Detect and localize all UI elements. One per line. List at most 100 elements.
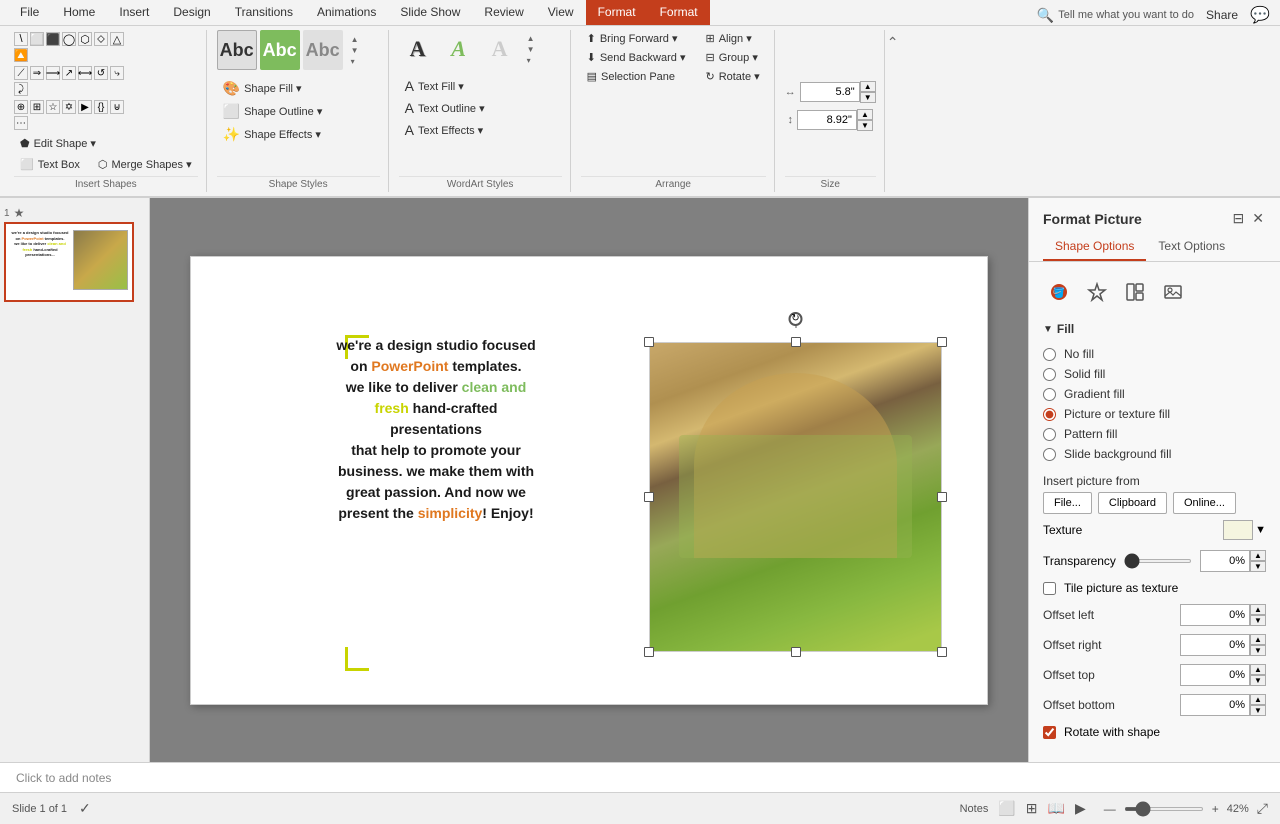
- tab-insert[interactable]: Insert: [107, 0, 161, 25]
- online-button[interactable]: Online...: [1173, 492, 1236, 514]
- offset-top-up[interactable]: ▲: [1250, 664, 1266, 675]
- notes-button[interactable]: Notes: [960, 803, 989, 815]
- rotate-checkbox[interactable]: [1043, 726, 1056, 739]
- layout-icon[interactable]: [1119, 276, 1151, 308]
- swatch-scroll[interactable]: ▲ ▼ ▾: [348, 34, 362, 67]
- gradient-fill-radio[interactable]: [1043, 388, 1056, 401]
- rotate-button[interactable]: ↻Rotate ▾: [699, 68, 765, 85]
- solid-fill-radio[interactable]: [1043, 368, 1056, 381]
- transparency-slider[interactable]: [1124, 559, 1192, 563]
- shape-fill-button[interactable]: 🎨Shape Fill ▾: [217, 78, 329, 99]
- shape-effects-panel-icon[interactable]: [1081, 276, 1113, 308]
- text-box-button[interactable]: ⬜Text Box: [14, 156, 86, 173]
- fill-effects-icon[interactable]: 🪣: [1043, 276, 1075, 308]
- shape-swatch-3[interactable]: Abc: [303, 30, 343, 70]
- picture-texture-radio[interactable]: [1043, 408, 1056, 421]
- slideshow-icon[interactable]: ▶: [1073, 798, 1088, 819]
- tab-transitions[interactable]: Transitions: [223, 0, 305, 25]
- width-up[interactable]: ▲: [860, 81, 876, 92]
- tab-format2[interactable]: Format: [648, 0, 710, 25]
- tab-view[interactable]: View: [536, 0, 586, 25]
- tab-format1[interactable]: Format: [586, 0, 648, 25]
- tab-slideshow[interactable]: Slide Show: [388, 0, 472, 25]
- selection-pane-button[interactable]: ▤Selection Pane: [581, 68, 692, 85]
- bring-forward-button[interactable]: ⬆Bring Forward ▾: [581, 30, 692, 47]
- text-effects-button[interactable]: AText Effects ▾: [399, 120, 491, 140]
- handle-ml[interactable]: [644, 492, 654, 502]
- clipboard-button[interactable]: Clipboard: [1098, 492, 1167, 514]
- edit-shape-button[interactable]: ⬟Edit Shape ▾: [14, 135, 102, 152]
- tab-home[interactable]: Home: [51, 0, 107, 25]
- offset-bottom-down[interactable]: ▼: [1250, 705, 1266, 716]
- text-fill-button[interactable]: AText Fill ▾: [399, 76, 491, 96]
- shape-effects-button[interactable]: ✨Shape Effects ▾: [217, 124, 329, 145]
- offset-top-down[interactable]: ▼: [1250, 675, 1266, 686]
- merge-shapes-button[interactable]: ⬡Merge Shapes ▾: [92, 156, 198, 173]
- picture-texture-fill-option[interactable]: Picture or texture fill: [1043, 404, 1266, 424]
- offset-right-input[interactable]: [1180, 634, 1250, 656]
- shape-swatch-2[interactable]: Abc: [260, 30, 300, 70]
- slide-thumbnail[interactable]: we're a design studio focused on PowerPo…: [4, 222, 134, 302]
- solid-fill-option[interactable]: Solid fill: [1043, 364, 1266, 384]
- height-down[interactable]: ▼: [857, 120, 873, 131]
- wordart-swatch-3[interactable]: A: [481, 30, 519, 68]
- file-button[interactable]: File...: [1043, 492, 1092, 514]
- no-fill-option[interactable]: No fill: [1043, 344, 1266, 364]
- handle-bl[interactable]: [644, 647, 654, 657]
- height-up[interactable]: ▲: [857, 109, 873, 120]
- slide-background-option[interactable]: Slide background fill: [1043, 444, 1266, 464]
- no-fill-radio[interactable]: [1043, 348, 1056, 361]
- normal-view-icon[interactable]: ⬜: [996, 798, 1017, 819]
- pattern-fill-radio[interactable]: [1043, 428, 1056, 441]
- offset-bottom-up[interactable]: ▲: [1250, 694, 1266, 705]
- picture-icon[interactable]: [1157, 276, 1189, 308]
- width-input[interactable]: [800, 82, 860, 102]
- width-down[interactable]: ▼: [860, 92, 876, 103]
- tab-review[interactable]: Review: [472, 0, 535, 25]
- reading-view-icon[interactable]: 📖: [1046, 798, 1067, 819]
- slide-sorter-icon[interactable]: ⊞: [1024, 798, 1040, 819]
- transparency-down[interactable]: ▼: [1250, 561, 1266, 572]
- tab-animations[interactable]: Animations: [305, 0, 388, 25]
- ribbon-collapse-button[interactable]: ⌃: [887, 34, 899, 51]
- fill-section-header[interactable]: ▼ Fill: [1043, 318, 1266, 340]
- transparency-up[interactable]: ▲: [1250, 550, 1266, 561]
- send-backward-button[interactable]: ⬇Send Backward ▾: [581, 49, 692, 66]
- handle-br[interactable]: [937, 647, 947, 657]
- close-panel-icon[interactable]: ✕: [1250, 208, 1266, 229]
- shape-swatch-1[interactable]: Abc: [217, 30, 257, 70]
- status-accessibility-icon[interactable]: ✓: [79, 800, 91, 817]
- height-input[interactable]: [797, 110, 857, 130]
- offset-left-up[interactable]: ▲: [1250, 604, 1266, 615]
- tile-checkbox[interactable]: [1043, 582, 1056, 595]
- tab-file[interactable]: File: [8, 0, 51, 25]
- collapse-panel-icon[interactable]: ⊟: [1231, 208, 1247, 229]
- wordart-scroll[interactable]: ▲ ▼ ▾: [524, 33, 538, 66]
- offset-right-up[interactable]: ▲: [1250, 634, 1266, 645]
- gradient-fill-option[interactable]: Gradient fill: [1043, 384, 1266, 404]
- slide-text-content[interactable]: we're a design studio focused on PowerPo…: [241, 335, 631, 524]
- image-frame[interactable]: ↻: [649, 342, 942, 652]
- tab-shape-options[interactable]: Shape Options: [1043, 235, 1146, 261]
- handle-bm[interactable]: [791, 647, 801, 657]
- shape-outline-button[interactable]: ⬜Shape Outline ▾: [217, 101, 329, 122]
- zoom-slider[interactable]: [1124, 807, 1204, 811]
- slide-canvas[interactable]: we're a design studio focused on PowerPo…: [190, 256, 988, 705]
- offset-bottom-input[interactable]: [1180, 694, 1250, 716]
- rotate-handle[interactable]: ↻: [789, 312, 803, 326]
- handle-mr[interactable]: [937, 492, 947, 502]
- texture-preview[interactable]: [1223, 520, 1253, 540]
- share-button[interactable]: Share: [1206, 8, 1238, 22]
- tab-design[interactable]: Design: [161, 0, 222, 25]
- align-button[interactable]: ⊞Align ▾: [699, 30, 765, 47]
- rotate-checkbox-row[interactable]: Rotate with shape: [1043, 720, 1266, 744]
- texture-dropdown[interactable]: ▼: [1223, 520, 1266, 540]
- offset-left-input[interactable]: [1180, 604, 1250, 626]
- texture-dropdown-arrow[interactable]: ▼: [1255, 524, 1266, 536]
- handle-tl[interactable]: [644, 337, 654, 347]
- wordart-swatch-2[interactable]: A: [440, 30, 478, 68]
- fit-slide-icon[interactable]: ⤢: [1257, 800, 1268, 817]
- handle-tr[interactable]: [937, 337, 947, 347]
- slide-background-radio[interactable]: [1043, 448, 1056, 461]
- notes-bar[interactable]: Click to add notes: [0, 762, 1280, 792]
